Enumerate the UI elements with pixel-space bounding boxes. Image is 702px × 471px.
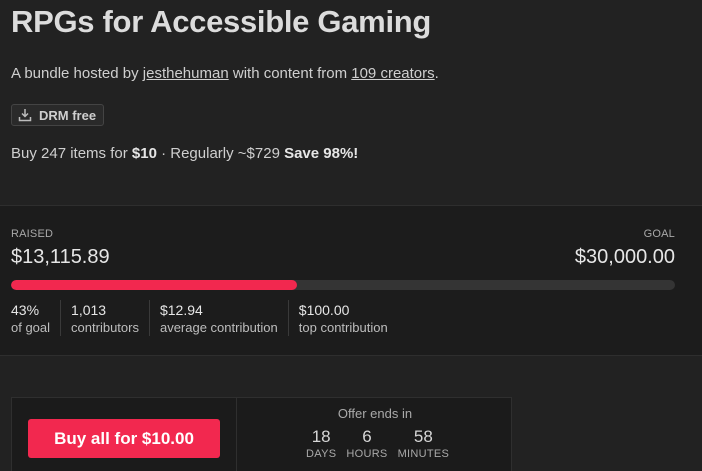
countdown-unit: HOURS xyxy=(346,448,388,460)
byline-middle: with content from xyxy=(228,65,352,82)
raised-amount: $13,115.89 xyxy=(11,246,110,268)
stat-label: average contribution xyxy=(159,320,278,335)
countdown-hours: 6 HOURS xyxy=(346,426,387,460)
drm-label: DRM free xyxy=(39,107,97,123)
purchase-box: Buy all for $10.00 Offer ends in 18 DAYS… xyxy=(11,397,512,471)
raised-label: RAISED xyxy=(11,228,54,240)
countdown-unit: DAYS xyxy=(306,448,337,460)
goal-amount: $30,000.00 xyxy=(574,246,675,268)
byline-suffix: . xyxy=(434,65,439,82)
countdown-value: 6 xyxy=(362,427,372,446)
creators-link[interactable]: 109 creators xyxy=(351,65,434,82)
goal-label: GOAL xyxy=(643,228,675,240)
stat-top-contribution: $100.00 top contribution xyxy=(287,300,398,336)
stat-of-goal: 43% of goal xyxy=(11,300,60,336)
countdown-value: 18 xyxy=(311,427,331,446)
stat-average-contribution: $12.94 average contribution xyxy=(148,300,288,336)
stat-value: $12.94 xyxy=(159,302,203,318)
stat-label: of goal xyxy=(11,320,51,335)
drm-free-badge: DRM free xyxy=(11,104,105,126)
countdown-value: 58 xyxy=(413,427,433,446)
pricing-middle: · Regularly ~$729 xyxy=(156,145,285,162)
bundle-page: RPGs for Accessible Gaming A bundle host… xyxy=(0,0,702,471)
page-title: RPGs for Accessible Gaming xyxy=(11,4,432,39)
pricing-prefix: Buy 247 items for xyxy=(11,145,132,162)
bundle-byline: A bundle hosted by jesthehuman with cont… xyxy=(11,65,439,82)
buy-all-button[interactable]: Buy all for $10.00 xyxy=(28,419,220,458)
host-link[interactable]: jesthehuman xyxy=(143,65,229,82)
countdown-days: 18 DAYS xyxy=(306,426,336,460)
countdown-timer: 18 DAYS 6 HOURS 58 MINUTES xyxy=(306,426,459,460)
progress-bar-fill xyxy=(11,280,297,290)
bundle-price: $10 xyxy=(131,145,157,162)
pricing-summary: Buy 247 items for $10 · Regularly ~$729 … xyxy=(11,145,358,162)
stats-row: 43% of goal 1,013 contributors $12.94 av… xyxy=(11,300,398,336)
savings-text: Save 98%! xyxy=(284,145,359,162)
stat-value: 1,013 xyxy=(71,302,107,318)
progress-bar xyxy=(11,280,675,290)
countdown-unit: MINUTES xyxy=(397,448,450,460)
stat-value: $100.00 xyxy=(298,302,350,318)
offer-ends-label: Offer ends in xyxy=(337,406,413,421)
stat-label: top contribution xyxy=(298,320,388,335)
countdown-minutes: 58 MINUTES xyxy=(398,426,450,460)
bundle-header: RPGs for Accessible Gaming A bundle host… xyxy=(0,0,702,205)
fundraising-panel: RAISED $13,115.89 GOAL $30,000.00 43% of… xyxy=(0,205,702,356)
download-icon xyxy=(17,107,33,123)
stat-contributors: 1,013 contributors xyxy=(60,300,149,336)
byline-prefix: A bundle hosted by xyxy=(11,65,143,82)
stat-label: contributors xyxy=(71,320,139,335)
stat-value: 43% xyxy=(11,302,40,318)
